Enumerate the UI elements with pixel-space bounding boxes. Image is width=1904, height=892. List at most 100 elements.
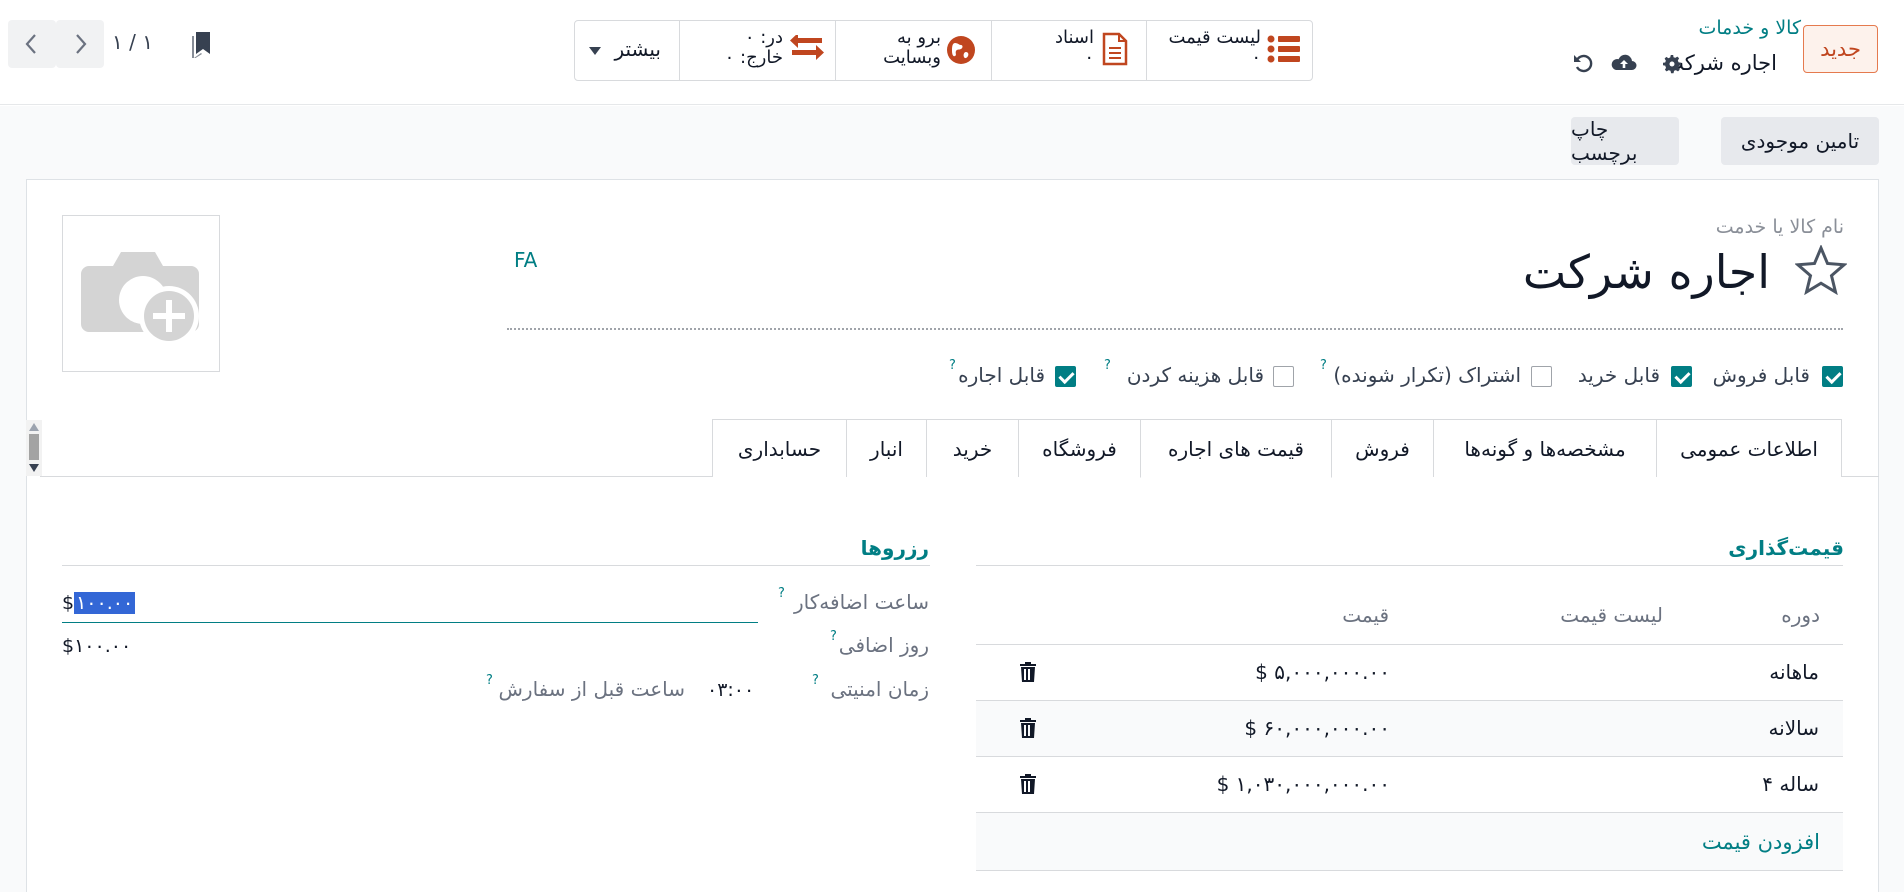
tab-purchase[interactable]: خرید xyxy=(926,419,1019,477)
tab-sales[interactable]: فروش xyxy=(1331,419,1434,477)
replenish-button[interactable]: تامین موجودی xyxy=(1721,117,1879,165)
pricelist-label: لیست قیمت xyxy=(1168,27,1262,48)
bookmark-icon[interactable] xyxy=(192,32,212,58)
reservations-section-title: رزروها xyxy=(860,536,929,560)
rent-ok-help[interactable]: ? xyxy=(949,358,956,373)
language-badge[interactable]: FA xyxy=(514,248,537,272)
documents-count: ۰ xyxy=(1084,47,1094,68)
row-period: سالانه xyxy=(1768,716,1819,740)
expense-checkbox[interactable] xyxy=(1273,366,1294,387)
website-label-2: وبسایت xyxy=(883,47,941,68)
tab-accounting[interactable]: حسابداری xyxy=(712,419,847,477)
column-header-price[interactable]: قیمت xyxy=(1342,603,1389,627)
transfer-icon xyxy=(790,35,824,60)
sale-ok-checkbox[interactable] xyxy=(1822,366,1843,387)
extra-hour-input[interactable]: $۱۰۰.۰۰ xyxy=(62,592,136,614)
cloud-upload-icon[interactable] xyxy=(1610,52,1638,74)
table-row[interactable]: ۴ ساله $ ۱,۰۳۰,۰۰۰,۰۰۰.۰۰ xyxy=(976,756,1843,812)
website-smart-button[interactable]: برو به وبسایت xyxy=(835,21,991,80)
more-label: بیشتر xyxy=(614,37,661,61)
pager-next-button[interactable] xyxy=(56,20,104,68)
pricing-section-line xyxy=(976,565,1843,566)
camera-plus-icon xyxy=(81,252,199,346)
pager-value[interactable]: ۱ / ۱ xyxy=(112,30,153,54)
smart-buttons: لیست قیمت ۰ اسناد ۰ برو به وبسایت در: ۰ … xyxy=(574,20,1313,81)
add-price-link[interactable]: افزودن قیمت xyxy=(1702,830,1820,854)
security-time-unit-help[interactable]: ? xyxy=(486,673,493,688)
name-underline xyxy=(507,328,1843,330)
document-icon xyxy=(1102,32,1128,66)
undo-icon[interactable] xyxy=(1571,51,1595,75)
in-label: در: ۰ xyxy=(744,27,783,48)
reservations-section-line xyxy=(62,565,930,566)
tab-general-information[interactable]: اطلاعات عمومی xyxy=(1656,419,1842,477)
gear-icon[interactable] xyxy=(1660,52,1684,76)
tab-inventory[interactable]: انبار xyxy=(846,419,927,477)
caret-down-icon xyxy=(589,47,601,55)
rent-ok-checkbox[interactable] xyxy=(1055,366,1076,387)
new-button[interactable]: جدید xyxy=(1803,25,1878,73)
rent-ok-label: قابل اجاره xyxy=(958,363,1045,387)
product-name-field[interactable]: اجاره شرکت xyxy=(1523,245,1770,299)
documents-smart-button[interactable]: اسناد ۰ xyxy=(991,21,1146,80)
recurring-help[interactable]: ? xyxy=(1320,358,1327,373)
star-icon[interactable] xyxy=(1795,245,1847,295)
extra-hour-currency: $ xyxy=(62,592,75,614)
extra-hour-label: ساعت اضافه‌کار xyxy=(794,590,929,614)
pricelist-count: ۰ xyxy=(1251,47,1261,68)
recurring-label: اشتراک (تکرار شونده) xyxy=(1333,363,1521,387)
column-header-period[interactable]: دوره xyxy=(1781,603,1820,627)
extra-hour-value: ۱۰۰.۰۰ xyxy=(74,592,136,614)
row-price: $ ۶۰,۰۰۰,۰۰۰.۰۰ xyxy=(1244,716,1390,740)
trash-icon[interactable] xyxy=(1020,718,1036,738)
security-time-unit: ساعت قبل از سفارش xyxy=(498,677,686,701)
globe-icon xyxy=(947,36,975,64)
row-period: ۴ ساله xyxy=(1762,772,1819,796)
expense-help[interactable]: ? xyxy=(1104,358,1111,373)
pricelist-smart-button[interactable]: لیست قیمت ۰ xyxy=(1146,21,1313,80)
column-header-pricelist[interactable]: لیست قیمت xyxy=(1560,603,1663,627)
list-icon xyxy=(1267,35,1300,63)
security-time-value[interactable]: ۰۳:۰۰ xyxy=(707,679,754,701)
row-price: $ ۱,۰۳۰,۰۰۰,۰۰۰.۰۰ xyxy=(1216,772,1390,796)
pager-previous-button[interactable] xyxy=(8,20,56,68)
out-label: خارج: ۰ xyxy=(724,47,783,68)
trash-icon[interactable] xyxy=(1020,774,1036,794)
table-row[interactable]: ماهانه $ ۵,۰۰۰,۰۰۰.۰۰ xyxy=(976,644,1843,700)
documents-label: اسناد xyxy=(1054,27,1094,48)
trash-icon[interactable] xyxy=(1020,662,1036,682)
recurring-checkbox[interactable] xyxy=(1531,366,1552,387)
scroll-thumb[interactable] xyxy=(29,434,39,460)
more-dropdown[interactable]: بیشتر xyxy=(575,21,679,80)
control-panel: جدید کالا و خدمات اجاره شرکت لیست قیمت ۰ xyxy=(0,0,1904,105)
table-row[interactable]: سالانه $ ۶۰,۰۰۰,۰۰۰.۰۰ xyxy=(976,700,1843,756)
product-name-label: نام کالا یا خدمت xyxy=(1715,216,1844,238)
security-time-label: زمان امنیتی xyxy=(830,677,929,701)
table-bottom-line xyxy=(976,870,1843,871)
tab-rental-prices[interactable]: قیمت های اجاره xyxy=(1140,419,1332,478)
purchase-ok-checkbox[interactable] xyxy=(1671,366,1692,387)
sale-ok-label: قابل فروش xyxy=(1712,363,1810,387)
expense-label: قابل هزینه کردن xyxy=(1126,363,1264,387)
scrollbar[interactable] xyxy=(26,420,42,476)
tab-ecommerce[interactable]: فروشگاه xyxy=(1018,419,1141,477)
in-out-smart-button[interactable]: در: ۰ خارج: ۰ xyxy=(679,21,835,80)
print-labels-button[interactable]: چاپ برچسب xyxy=(1571,117,1679,165)
website-label-1: برو به xyxy=(896,27,941,48)
chevron-left-icon xyxy=(25,34,36,54)
scroll-up-icon xyxy=(29,423,39,431)
scroll-down-icon xyxy=(29,464,39,472)
breadcrumb-parent[interactable]: کالا و خدمات xyxy=(1699,17,1802,39)
tab-attributes-variants[interactable]: مشخصه‌ها و گونه‌ها xyxy=(1433,419,1657,477)
extra-hour-underline xyxy=(62,622,758,623)
row-period: ماهانه xyxy=(1769,660,1819,684)
pricing-section-title: قیمت‌گذاری xyxy=(1728,536,1844,560)
product-image[interactable] xyxy=(62,215,220,372)
security-time-help[interactable]: ? xyxy=(812,673,819,688)
extra-hour-help[interactable]: ? xyxy=(778,586,785,601)
purchase-ok-label: قابل خرید xyxy=(1577,363,1660,387)
extra-day-help[interactable]: ? xyxy=(830,629,837,644)
extra-day-label: روز اضافی xyxy=(838,633,929,657)
chevron-right-icon xyxy=(76,34,87,54)
extra-day-value[interactable]: $۱۰۰.۰۰ xyxy=(62,635,131,657)
